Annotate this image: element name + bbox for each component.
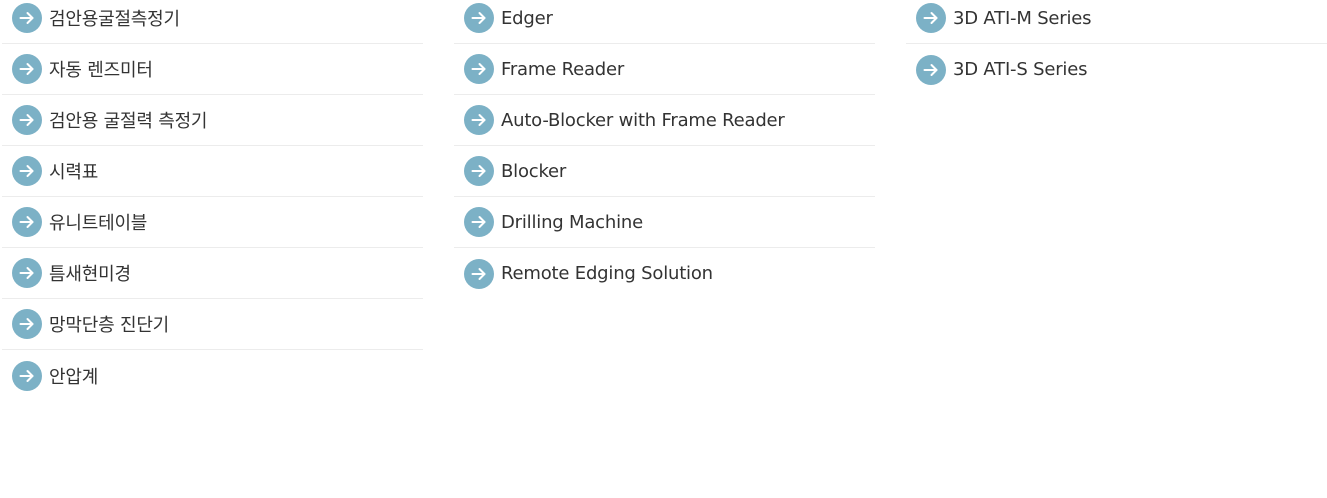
menu-item-3-2[interactable]: 3D ATI-S Series: [906, 44, 1327, 95]
menu-item-label: 3D ATI-S Series: [953, 59, 1088, 80]
menu-item-label: Remote Edging Solution: [501, 263, 713, 284]
menu-item-3-1[interactable]: 3D ATI-M Series: [906, 0, 1327, 44]
menu-item-1-8[interactable]: 안압계: [2, 350, 423, 401]
arrow-right-circle-icon: [464, 3, 494, 33]
arrow-right-circle-icon: [12, 258, 42, 288]
menu-item-label: 3D ATI-M Series: [953, 7, 1092, 29]
menu-item-2-5[interactable]: Drilling Machine: [454, 197, 875, 248]
arrow-right-circle-icon: [464, 105, 494, 135]
menu-item-2-3[interactable]: Auto-Blocker with Frame Reader: [454, 95, 875, 146]
arrow-right-circle-icon: [916, 3, 946, 33]
arrow-right-circle-icon: [12, 207, 42, 237]
menu-item-label: Auto-Blocker with Frame Reader: [501, 109, 785, 131]
menu-item-label: Edger: [501, 7, 553, 29]
product-menu-column-2: Edger Frame Reader Auto-Blocker with Fra…: [454, 0, 875, 299]
menu-item-label: Frame Reader: [501, 58, 625, 80]
arrow-right-circle-icon: [12, 105, 42, 135]
menu-item-1-7[interactable]: 망막단층 진단기: [2, 299, 423, 350]
arrow-right-circle-icon: [12, 360, 42, 391]
menu-item-label: Blocker: [501, 160, 567, 182]
menu-item-2-6[interactable]: Remote Edging Solution: [454, 248, 875, 299]
menu-item-1-3[interactable]: 검안용 굴절력 측정기: [2, 95, 423, 146]
menu-item-label: 망막단층 진단기: [49, 315, 170, 336]
product-menu-column-1: 검안용굴절측정기 자동 렌즈미터 검안용 굴절력 측정기 시력표 유니트테이블 …: [2, 0, 423, 401]
menu-item-label: Drilling Machine: [501, 211, 643, 233]
menu-item-1-1[interactable]: 검안용굴절측정기: [2, 0, 423, 44]
menu-item-label: 시력표: [49, 162, 99, 183]
menu-item-1-5[interactable]: 유니트테이블: [2, 197, 423, 248]
menu-item-1-4[interactable]: 시력표: [2, 146, 423, 197]
arrow-right-circle-icon: [464, 207, 494, 237]
menu-item-label: 검안용 굴절력 측정기: [49, 111, 208, 132]
menu-item-1-6[interactable]: 틈새현미경: [2, 248, 423, 299]
menu-item-label: 자동 렌즈미터: [49, 60, 153, 81]
arrow-right-circle-icon: [464, 156, 494, 186]
menu-item-label: 유니트테이블: [49, 213, 148, 234]
arrow-right-circle-icon: [464, 54, 494, 84]
arrow-right-circle-icon: [12, 309, 42, 339]
menu-item-label: 틈새현미경: [49, 264, 131, 285]
arrow-right-circle-icon: [464, 258, 494, 289]
arrow-right-circle-icon: [12, 156, 42, 186]
menu-item-1-2[interactable]: 자동 렌즈미터: [2, 44, 423, 95]
menu-item-2-2[interactable]: Frame Reader: [454, 44, 875, 95]
arrow-right-circle-icon: [12, 3, 42, 33]
menu-item-2-1[interactable]: Edger: [454, 0, 875, 44]
menu-item-label: 검안용굴절측정기: [49, 9, 180, 30]
arrow-right-circle-icon: [12, 54, 42, 84]
menu-item-2-4[interactable]: Blocker: [454, 146, 875, 197]
product-menu-column-3: 3D ATI-M Series 3D ATI-S Series: [906, 0, 1327, 95]
menu-item-label: 안압계: [49, 366, 99, 388]
arrow-right-circle-icon: [916, 54, 946, 85]
